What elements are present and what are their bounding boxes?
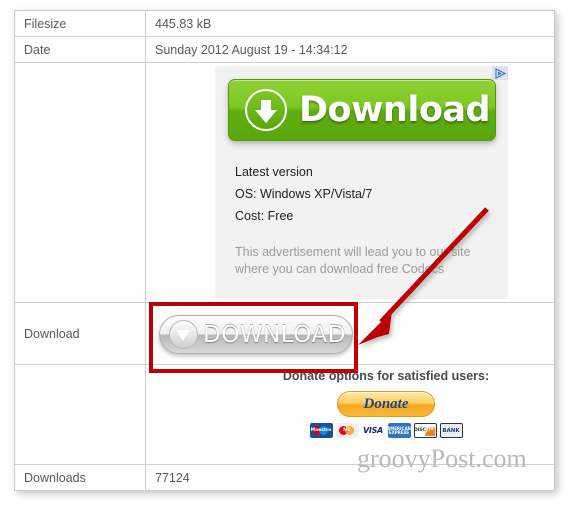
ad-disclaimer-text: This advertisement will lead you to our …	[235, 245, 471, 276]
watermark: groovyPost.com	[357, 444, 527, 473]
date-label: Date	[15, 37, 146, 62]
donate-button-label: Donate	[363, 395, 409, 412]
ad-row-empty-label	[15, 63, 146, 302]
ad-download-button[interactable]: Download	[228, 79, 496, 141]
donate-button[interactable]: Donate	[337, 391, 435, 417]
downloads-label: Downloads	[15, 465, 146, 490]
advertisement-panel[interactable]: Download Latest version OS: Windows XP/V…	[215, 66, 508, 299]
file-details-table: Filesize 445.83 kB Date Sunday 2012 Augu…	[14, 10, 555, 491]
download-row-label: Download	[15, 303, 146, 364]
advertisement-row: Download Latest version OS: Windows XP/V…	[15, 63, 554, 303]
download-arrow-icon	[245, 89, 287, 131]
donate-title: Donate options for satisfied users:	[282, 369, 490, 383]
filesize-label: Filesize	[15, 11, 146, 36]
ad-line-cost: Cost: Free	[235, 209, 294, 223]
donate-area: Donate options for satisfied users: Dona…	[276, 369, 496, 438]
ad-line-version: Latest version	[235, 165, 313, 179]
amex-card-icon: AMERICAN EXPRESS	[387, 423, 411, 438]
discover-card-icon: DISCVER	[413, 423, 437, 438]
maestro-card-icon: Maestro	[309, 423, 333, 438]
adchoices-triangle-icon[interactable]	[492, 66, 508, 80]
filesize-value: 445.83 kB	[155, 16, 212, 31]
download-button[interactable]: DOWNLOAD	[159, 315, 353, 354]
ad-line-os: OS: Windows XP/Vista/7	[235, 187, 373, 201]
donate-row-empty-label	[15, 365, 146, 464]
payment-cards-row: Maestro MC VISA AMERICAN EXPRESS DISCVER …	[276, 423, 496, 438]
download-row-value: DOWNLOAD	[146, 303, 554, 364]
ad-detail-lines: Latest version OS: Windows XP/Vista/7 Co…	[235, 161, 372, 227]
download-button-label: DOWNLOAD	[203, 321, 346, 348]
screenshot-root: Filesize 445.83 kB Date Sunday 2012 Augu…	[0, 0, 580, 508]
table-row: Filesize 445.83 kB	[15, 11, 554, 37]
ad-download-button-label: Download	[299, 90, 491, 130]
date-value: Sunday 2012 August 19 - 14:34:12	[155, 42, 348, 57]
mastercard-card-icon: MC	[335, 423, 359, 438]
table-row: Download DOWNLOAD	[15, 303, 554, 365]
download-triangle-icon	[169, 320, 198, 349]
table-row: Date Sunday 2012 August 19 - 14:34:12	[15, 37, 554, 63]
bank-card-icon: BANK	[439, 423, 463, 438]
visa-card-icon: VISA	[361, 423, 385, 438]
